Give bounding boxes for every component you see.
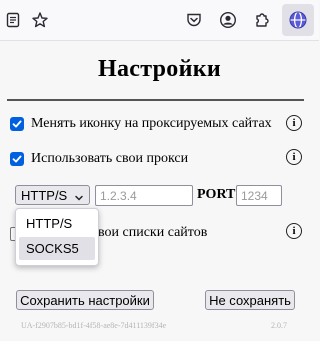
proxy-port-placeholder: 1234	[241, 188, 268, 203]
protocol-select[interactable]: HTTP/S	[15, 185, 90, 205]
save-button[interactable]: Сохранить настройки	[16, 290, 154, 310]
bookmark-star-icon[interactable]	[29, 9, 51, 31]
browser-toolbar	[0, 0, 319, 41]
port-label: PORT	[197, 187, 236, 202]
footer-user-id: UA-f2907b85-bd1f-4f58-ae8e-7d411139f34e	[21, 321, 167, 330]
account-icon[interactable]	[217, 9, 239, 31]
change-icon-checkbox[interactable]	[10, 117, 24, 131]
own-proxy-info-icon[interactable]: i	[286, 149, 302, 165]
page-title: Настройки	[98, 56, 221, 82]
own-proxy-option[interactable]: Использовать свои прокси	[10, 150, 188, 168]
pocket-icon[interactable]	[183, 9, 205, 31]
own-proxy-checkbox[interactable]	[10, 152, 24, 166]
proxy-port-input[interactable]: 1234	[236, 185, 282, 206]
reader-mode-icon[interactable]	[2, 9, 24, 31]
title-divider	[7, 99, 304, 101]
protocol-option-socks5[interactable]: SOCKS5	[19, 237, 95, 260]
own-lists-info-icon[interactable]: i	[286, 223, 302, 239]
proxy-extension-icon[interactable]	[287, 9, 309, 31]
protocol-option-https[interactable]: HTTP/S	[19, 212, 95, 235]
dont-save-button[interactable]: Не сохранять	[205, 290, 295, 310]
change-icon-label: Менять иконку на проксируемых сайтах	[31, 116, 272, 131]
proxy-host-input[interactable]: 1.2.3.4	[95, 185, 193, 206]
own-lists-label: вои списки сайтов	[98, 225, 208, 240]
own-proxy-label: Использовать свои прокси	[31, 151, 189, 166]
proxy-host-placeholder: 1.2.3.4	[100, 188, 137, 203]
protocol-select-value: HTTP/S	[21, 187, 68, 203]
protocol-dropdown-list: HTTP/S SOCKS5	[15, 208, 99, 266]
change-icon-option[interactable]: Менять иконку на проксируемых сайтах	[10, 115, 272, 133]
version-label: 2.0.7	[271, 321, 287, 330]
change-icon-info-icon[interactable]: i	[286, 115, 302, 131]
chevron-down-icon	[74, 191, 84, 206]
extensions-icon[interactable]	[251, 9, 273, 31]
